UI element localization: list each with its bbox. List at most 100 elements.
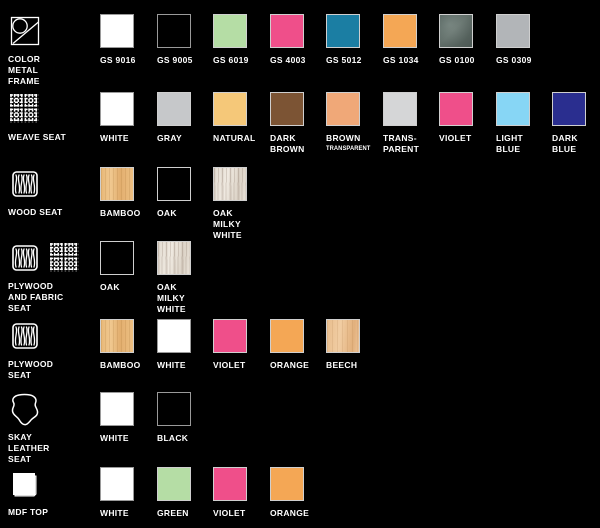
category-icon-group (8, 237, 96, 277)
category-wood-seat[interactable]: WOOD SEAT (8, 163, 96, 218)
swatch-mdf-white[interactable]: WHITE (100, 463, 156, 519)
swatch-color-chip[interactable] (100, 14, 134, 48)
swatch-color-chip[interactable] (100, 392, 134, 426)
swatch-color-chip[interactable] (496, 92, 530, 126)
swatch-label: BAMBOO (100, 208, 141, 218)
swatch-color-chip[interactable] (326, 319, 360, 353)
swatch-weave-dark-brown[interactable]: DARK BROWN (270, 88, 326, 155)
swatch-label: OAK (100, 282, 120, 292)
mdf-sheet-icon (8, 467, 42, 501)
swatch-color-chip[interactable] (270, 14, 304, 48)
swatch-label: WHITE (157, 360, 186, 370)
swatch-gs-0309[interactable]: GS 0309 (496, 10, 552, 66)
swatch-label: GS 0309 (496, 55, 532, 65)
swatch-skay-black[interactable]: BLACK (157, 388, 213, 444)
swatch-label: BLACK (157, 433, 189, 443)
swatch-color-chip[interactable] (439, 14, 473, 48)
fabric-mesh-icon (48, 241, 82, 275)
weave-mesh-icon (8, 92, 42, 126)
swatch-gs-9016[interactable]: GS 9016 (100, 10, 156, 66)
swatch-color-chip[interactable] (157, 467, 191, 501)
swatch-gs-0100[interactable]: GS 0100 (439, 10, 495, 66)
swatch-label: VIOLET (213, 508, 246, 518)
swatch-plywood-fabric-oak[interactable]: OAK (100, 237, 156, 293)
swatch-plywood-violet[interactable]: VIOLET (213, 315, 269, 371)
swatch-mdf-green[interactable]: GREEN (157, 463, 213, 519)
swatch-wood-oak-milky-white[interactable]: OAK MILKY WHITE (213, 163, 269, 241)
swatch-color-chip[interactable] (157, 392, 191, 426)
swatch-plywood-fabric-oak-milky-white[interactable]: OAK MILKY WHITE (157, 237, 213, 315)
swatch-color-chip[interactable] (552, 92, 586, 126)
swatch-color-chip[interactable] (270, 92, 304, 126)
swatch-label: OAK MILKY WHITE (157, 282, 186, 314)
swatch-color-chip[interactable] (496, 14, 530, 48)
swatch-color-chip[interactable] (270, 319, 304, 353)
category-skay-leather-seat[interactable]: SKAY LEATHER SEAT (8, 388, 96, 465)
swatch-label: GS 5012 (326, 55, 362, 65)
category-label: COLOR METAL FRAME (8, 54, 41, 86)
swatch-color-chip[interactable] (157, 14, 191, 48)
swatch-gs-1034[interactable]: GS 1034 (383, 10, 439, 66)
swatch-color-chip[interactable] (157, 241, 191, 275)
materials-legend-sheet: COLOR METAL FRAME GS 9016 GS 9005 GS 6019 GS… (0, 0, 600, 528)
category-icon-group (8, 10, 96, 50)
swatch-gs-4003[interactable]: GS 4003 (270, 10, 326, 66)
swatch-color-chip[interactable] (157, 319, 191, 353)
swatch-label: GRAY (157, 133, 182, 143)
swatch-weave-natural[interactable]: NATURAL (213, 88, 269, 144)
swatch-color-chip[interactable] (100, 319, 134, 353)
category-label: PLYWOOD AND FABRIC SEAT (8, 281, 64, 313)
swatch-mdf-orange[interactable]: ORANGE (270, 463, 326, 519)
swatch-color-chip[interactable] (100, 92, 134, 126)
category-plywood-and-fabric-seat[interactable]: PLYWOOD AND FABRIC SEAT (8, 237, 96, 314)
swatch-label: GS 1034 (383, 55, 419, 65)
swatch-skay-white[interactable]: WHITE (100, 388, 156, 444)
swatch-color-chip[interactable] (213, 14, 247, 48)
category-mdf-top[interactable]: MDF TOP (8, 463, 96, 518)
category-weave-seat[interactable]: WEAVE SEAT (8, 88, 96, 143)
category-icon-group (8, 463, 96, 503)
swatch-weave-light-blue[interactable]: LIGHT BLUE (496, 88, 552, 155)
swatch-color-chip[interactable] (326, 14, 360, 48)
swatch-color-chip[interactable] (270, 467, 304, 501)
swatch-plywood-orange[interactable]: ORANGE (270, 315, 326, 371)
swatch-weave-gray[interactable]: GRAY (157, 88, 213, 144)
swatch-color-chip[interactable] (100, 241, 134, 275)
swatch-plywood-bamboo[interactable]: BAMBOO (100, 315, 156, 371)
swatch-color-chip[interactable] (213, 467, 247, 501)
swatch-color-chip[interactable] (213, 319, 247, 353)
swatch-color-chip[interactable] (326, 92, 360, 126)
swatch-weave-white[interactable]: WHITE (100, 88, 156, 144)
swatch-label: OAK (157, 208, 177, 218)
swatch-color-chip[interactable] (383, 92, 417, 126)
swatch-color-chip[interactable] (157, 92, 191, 126)
swatch-color-chip[interactable] (157, 167, 191, 201)
swatch-gs-9005[interactable]: GS 9005 (157, 10, 213, 66)
swatch-color-chip[interactable] (100, 167, 134, 201)
swatch-weave-dark-blue[interactable]: DARK BLUE (552, 88, 600, 155)
swatch-gs-5012[interactable]: GS 5012 (326, 10, 382, 66)
swatch-label: OAK MILKY WHITE (213, 208, 242, 240)
swatch-weave-brown-transparent[interactable]: BROWN TRANSPARENT (326, 88, 382, 153)
swatch-color-chip[interactable] (383, 14, 417, 48)
category-icon-group (8, 88, 96, 128)
swatch-label: LIGHT BLUE (496, 133, 523, 154)
swatch-wood-oak[interactable]: OAK (157, 163, 213, 219)
swatch-mdf-violet[interactable]: VIOLET (213, 463, 269, 519)
category-plywood-seat[interactable]: PLYWOOD SEAT (8, 315, 96, 381)
category-color-metal-frame[interactable]: COLOR METAL FRAME (8, 10, 96, 87)
swatch-label: BROWN TRANSPARENT (326, 133, 382, 153)
swatch-wood-bamboo[interactable]: BAMBOO (100, 163, 156, 219)
swatch-plywood-beech[interactable]: BEECH (326, 315, 382, 371)
swatch-weave-violet[interactable]: VIOLET (439, 88, 495, 144)
swatch-label: WHITE (100, 508, 129, 518)
swatch-weave-transparent[interactable]: TRANS- PARENT (383, 88, 439, 155)
swatch-plywood-white[interactable]: WHITE (157, 315, 213, 371)
swatch-color-chip[interactable] (100, 467, 134, 501)
swatch-color-chip[interactable] (439, 92, 473, 126)
swatch-label: ORANGE (270, 508, 310, 518)
swatch-color-chip[interactable] (213, 167, 247, 201)
swatch-label: GS 4003 (270, 55, 306, 65)
swatch-color-chip[interactable] (213, 92, 247, 126)
swatch-gs-6019[interactable]: GS 6019 (213, 10, 269, 66)
